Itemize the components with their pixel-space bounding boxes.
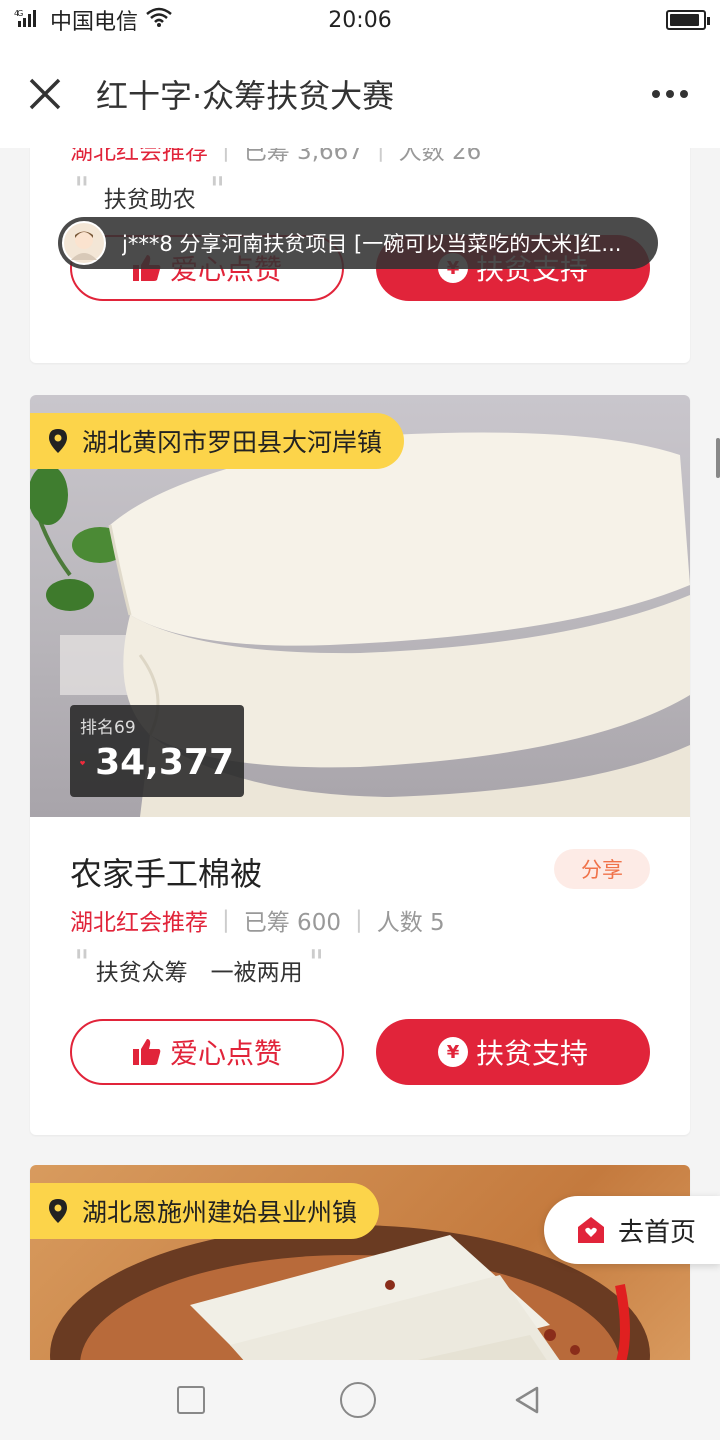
raised-amount: 已筹 600: [243, 910, 341, 936]
recent-apps-button[interactable]: [177, 1386, 206, 1414]
rank-label: 排名69: [80, 718, 136, 738]
people-count: 人数 5: [376, 910, 445, 936]
more-options-button[interactable]: [620, 40, 720, 148]
close-icon: [29, 78, 61, 110]
divider: |: [222, 148, 230, 162]
divider: |: [354, 907, 363, 933]
product-image[interactable]: 湖北黄冈市罗田县大河岸镇 排名69 34,377: [30, 395, 690, 817]
like-label: 爱心点赞: [169, 1037, 282, 1070]
heart-icon: [80, 760, 85, 765]
carrier-label: 中国电信: [50, 10, 139, 35]
people-count: 人数 26: [398, 148, 482, 165]
recommender-label: 湖北红会推荐: [70, 910, 208, 936]
wifi-icon: [146, 7, 172, 33]
avatar: [62, 221, 106, 265]
raised-amount: 已筹 3,667: [243, 148, 363, 165]
share-button[interactable]: 分享: [554, 849, 650, 889]
project-tagline: " 扶贫助农 ": [74, 170, 226, 214]
signal-icon: 4G: [14, 8, 42, 33]
project-meta: 湖北红会推荐 | 已筹 3,667 | 人数 26: [70, 148, 481, 166]
home-icon: [578, 1217, 604, 1243]
page-title: 红十字·众筹扶贫大赛: [96, 77, 395, 115]
location-label: 湖北黄冈市罗田县大河岸镇: [82, 428, 383, 457]
status-bar: 4G 中国电信 20:06: [0, 0, 720, 40]
vote-count: 34,377: [95, 742, 234, 783]
location-badge: 湖北黄冈市罗田县大河岸镇: [30, 413, 405, 469]
support-button[interactable]: ¥ 扶贫支持: [376, 1019, 650, 1085]
like-button[interactable]: 爱心点赞: [70, 1019, 344, 1085]
rank-badge: 排名69 34,377: [70, 705, 244, 797]
divider: |: [222, 907, 230, 933]
more-dot-icon: [652, 90, 660, 98]
svg-text:4G: 4G: [14, 9, 23, 18]
tagline-text: 扶贫众筹 一被两用: [95, 960, 303, 986]
location-badge: 湖北恩施州建始县业州镇: [30, 1183, 380, 1239]
yen-icon: ¥: [437, 1037, 468, 1067]
open-quote-icon: ": [74, 943, 90, 983]
title-bar: 红十字·众筹扶贫大赛: [0, 40, 720, 148]
project-meta: 湖北红会推荐 | 已筹 600 | 人数 5: [70, 903, 445, 937]
thumbs-up-icon: [132, 1039, 161, 1065]
project-title: 农家手工棉被: [70, 855, 263, 893]
location-label: 湖北恩施州建始县业州镇: [82, 1198, 358, 1227]
scrollbar[interactable]: [716, 438, 720, 478]
close-quote-icon: ": [308, 943, 325, 983]
back-icon[interactable]: [511, 1384, 543, 1416]
home-label: 去首页: [618, 1217, 697, 1248]
location-pin-icon: [49, 1199, 67, 1223]
share-notification: j***8 分享河南扶贫项目 [一碗可以当菜吃的大米]红...: [58, 217, 658, 269]
project-tagline: " 扶贫众筹 一被两用 ": [74, 943, 325, 987]
home-nav-button[interactable]: [339, 1382, 376, 1418]
tagline-text: 扶贫助农: [103, 187, 196, 213]
location-pin-icon: [49, 429, 67, 453]
system-nav-bar: [0, 1360, 720, 1440]
support-label: 扶贫支持: [475, 1037, 588, 1070]
notification-message: j***8 分享河南扶贫项目 [一碗可以当菜吃的大米]红...: [122, 232, 622, 256]
open-quote-icon: ": [74, 170, 90, 210]
divider: |: [376, 148, 385, 162]
project-list[interactable]: 湖北红会推荐 | 已筹 3,667 | 人数 26 " 扶贫助农 " 爱心点赞 …: [0, 148, 720, 1360]
more-dot-icon: [680, 90, 688, 98]
recommender-label: 湖北红会推荐: [70, 148, 208, 165]
more-dot-icon: [666, 90, 674, 98]
home-button[interactable]: 去首页: [544, 1196, 720, 1264]
close-button[interactable]: [0, 40, 90, 148]
project-card[interactable]: 湖北黄冈市罗田县大河岸镇 排名69 34,377 农家手工棉被 分享 湖北红会推…: [30, 395, 690, 1135]
close-quote-icon: ": [209, 170, 226, 210]
battery-icon: [666, 10, 710, 30]
